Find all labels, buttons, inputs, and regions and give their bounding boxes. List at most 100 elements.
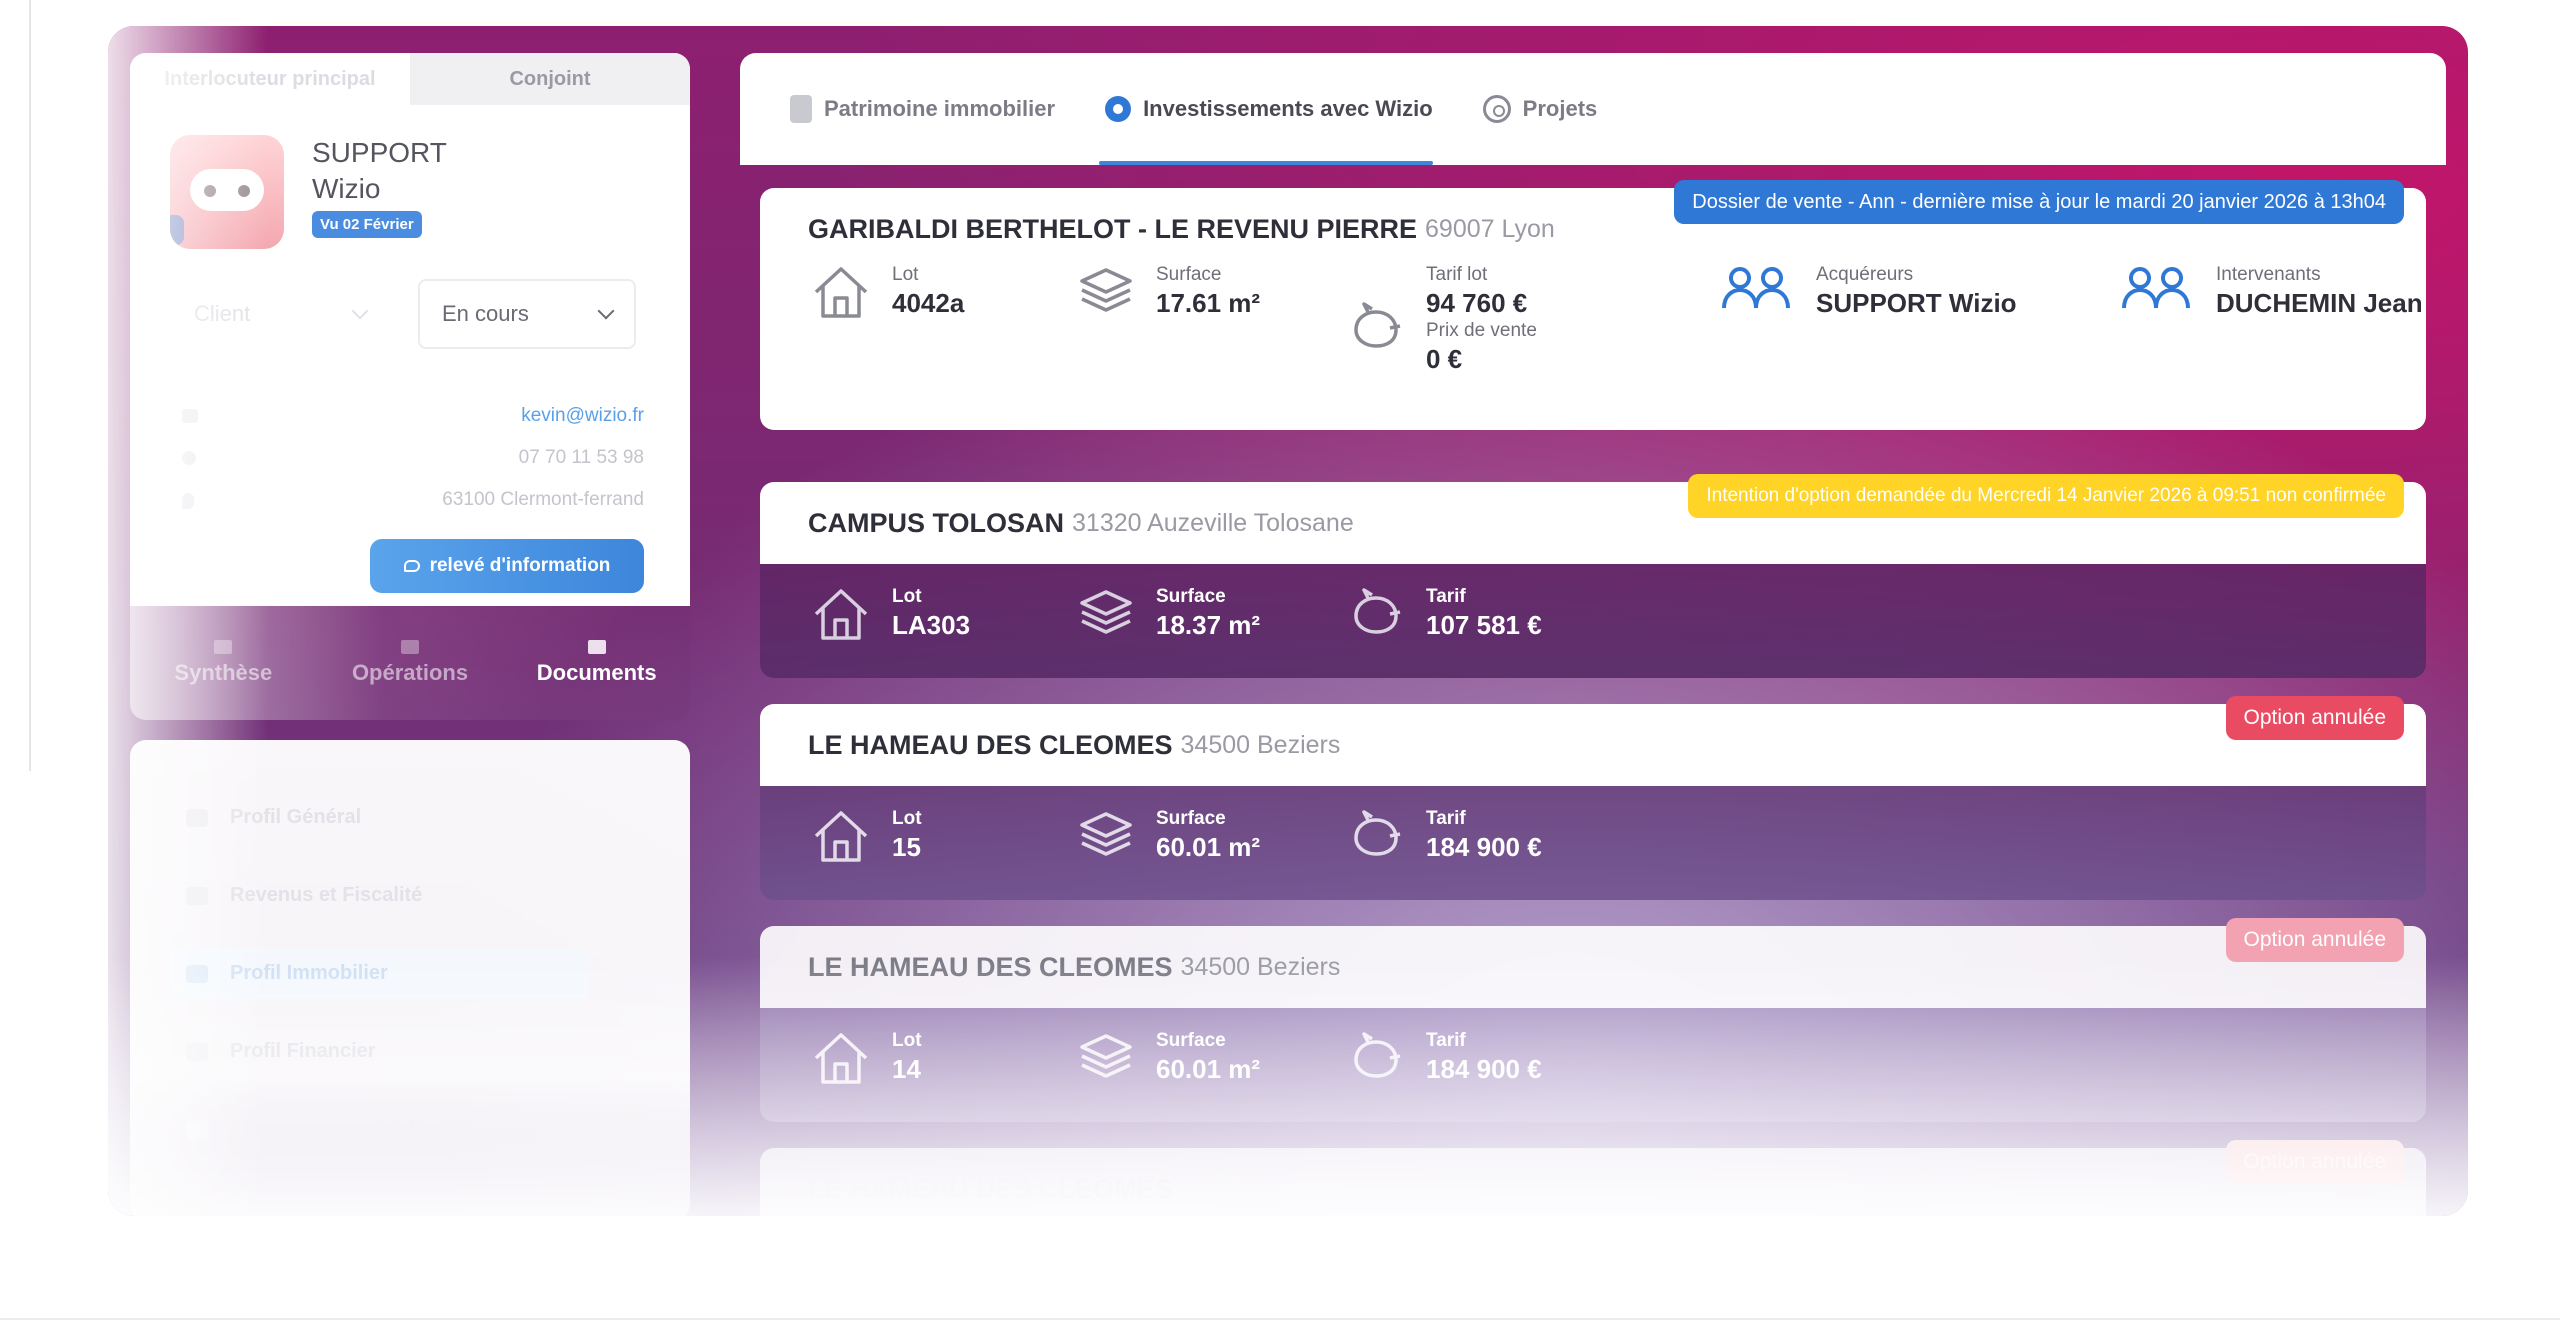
- tarif-value: 107 581 €: [1426, 610, 1542, 640]
- house-icon: [812, 264, 870, 320]
- menu-profil-general[interactable]: Profil Général: [186, 806, 361, 829]
- acquereurs-value: SUPPORT Wizio: [1816, 288, 2017, 318]
- property-card[interactable]: LE HAMEAU DES CLEOMES 34500 Beziers Opti…: [760, 918, 2426, 1122]
- chat-bubble-icon: [403, 560, 420, 572]
- people-icon: [2118, 264, 2194, 312]
- status-tag: Option annulée: [2225, 918, 2404, 962]
- email-link[interactable]: kevin@wizio.fr: [521, 405, 644, 427]
- avatar: [170, 135, 284, 249]
- house-icon: [812, 808, 870, 864]
- city-value: 63100 Clermont-ferrand: [442, 489, 644, 510]
- tab-conjoint[interactable]: Conjoint: [410, 53, 690, 105]
- menu-placements-credits[interactable]: Placements et Crédits: [186, 1118, 439, 1141]
- surface-label: Surface: [1156, 808, 1226, 829]
- status-tag: Dossier de vente - Ann - dernière mise à…: [1674, 180, 2404, 224]
- client-card: Interlocuteur principal Conjoint SUPPORT…: [130, 53, 690, 606]
- nav-operations[interactable]: Opérations: [317, 606, 504, 720]
- tab-label: Projets: [1522, 96, 1598, 121]
- client-type-select[interactable]: Client: [172, 279, 388, 349]
- layers-icon: [1078, 264, 1134, 316]
- tarif-field: Tarif 184 900 €: [1346, 1030, 1542, 1086]
- client-type-value: Client: [194, 301, 251, 326]
- lot-value: 14: [892, 1054, 921, 1084]
- layers-icon: [1078, 808, 1134, 860]
- progress-select[interactable]: En cours: [418, 279, 636, 349]
- target-icon: [1482, 95, 1511, 123]
- nav-documents-label: Documents: [536, 660, 657, 685]
- robot-eye-icon: [238, 185, 250, 197]
- piggy-bank-icon: [1346, 808, 1404, 864]
- intervenants-field: Intervenants DUCHEMIN Jean: [2118, 264, 2423, 320]
- acquereurs-field: Acquéreurs SUPPORT Wizio: [1718, 264, 2017, 320]
- property-card[interactable]: GARIBALDI BERTHELOT - LE REVENU PIERRE 6…: [760, 180, 2426, 430]
- property-details: Lot 14 Surface 60.01 m² Tarif 184 900 €: [760, 1008, 2426, 1122]
- menu-label: Revenus et Fiscalité: [230, 884, 423, 906]
- tab-label: Investissements avec Wizio: [1143, 96, 1433, 121]
- chevron-down-icon: [351, 302, 369, 320]
- property-header: LE HAMEAU DES CLEOMES 34500 Beziers: [760, 704, 2426, 786]
- property-name: LE HAMEAU DES CLEOMES: [808, 729, 1173, 760]
- calculator-icon: [186, 886, 208, 905]
- tab-projets[interactable]: Projets: [1482, 53, 1598, 165]
- robot-eye-icon: [204, 185, 216, 197]
- prix-label: Prix de vente: [1426, 320, 1537, 341]
- user-icon: [186, 808, 208, 827]
- people-icon: [1718, 264, 1794, 312]
- investments-panel: Patrimoine immobilier Investissements av…: [740, 53, 2446, 165]
- tarif-field: Tarif 184 900 €: [1346, 808, 1542, 864]
- surface-field: Surface 18.37 m²: [1078, 586, 1260, 642]
- profile-header: SUPPORT Wizio Vu 02 Février: [130, 105, 690, 249]
- nav-synthese[interactable]: Synthèse: [130, 606, 317, 720]
- tarif-value: 184 900 €: [1426, 1054, 1542, 1084]
- surface-value: 60.01 m²: [1156, 832, 1261, 862]
- tab-investissements-wizio[interactable]: Investissements avec Wizio: [1099, 53, 1433, 165]
- surface-field: Surface 60.01 m²: [1078, 1030, 1260, 1086]
- tab-label: Patrimoine immobilier: [824, 96, 1056, 121]
- tarif-field: Tarif 107 581 €: [1346, 586, 1542, 642]
- nav-operations-label: Opérations: [351, 660, 469, 685]
- intervenants-value: DUCHEMIN Jean: [2216, 288, 2423, 318]
- menu-profil-financier[interactable]: Profil Financier: [186, 1040, 376, 1063]
- piggy-bank-icon: [1346, 586, 1404, 642]
- lot-field: Lot 4042a: [812, 264, 964, 320]
- surface-field: Surface 17.61 m²: [1078, 264, 1260, 320]
- surface-value: 18.37 m²: [1156, 610, 1261, 640]
- menu-label: Profil Général: [230, 806, 362, 828]
- property-header: LE HAMEAU DES CLEOMES 34500 Beziers: [760, 1148, 2426, 1216]
- property-card[interactable]: CAMPUS TOLOSAN 31320 Auzeville Tolosane …: [760, 474, 2426, 678]
- status-tag: Option annulée: [2225, 1140, 2404, 1184]
- tarif-label: Tarif: [1426, 808, 1466, 829]
- layers-icon: [1078, 586, 1134, 638]
- tab-interlocuteur-principal[interactable]: Interlocuteur principal: [130, 53, 410, 105]
- tab-patrimoine-immobilier[interactable]: Patrimoine immobilier: [790, 53, 1055, 165]
- location-pin-icon: [182, 493, 194, 509]
- mail-icon: [182, 409, 198, 423]
- menu-revenus-fiscalite[interactable]: Revenus et Fiscalité: [186, 884, 422, 907]
- property-card[interactable]: LE HAMEAU DES CLEOMES 34500 Beziers Opti…: [760, 696, 2426, 900]
- menu-profil-immobilier[interactable]: Profil Immobilier: [170, 948, 590, 999]
- profile-name-line2: Wizio: [312, 173, 381, 204]
- tarif-field: Tarif lot 94 760 € Prix de vente 0 €: [1346, 264, 1537, 376]
- grid-icon: [214, 640, 233, 654]
- avatar-badge-icon: [170, 215, 184, 245]
- profile-name-line1: SUPPORT: [312, 137, 447, 168]
- tarif-label: Tarif: [1426, 586, 1466, 607]
- property-card[interactable]: LE HAMEAU DES CLEOMES 34500 Beziers Opti…: [760, 1140, 2426, 1216]
- page-bottom-divider: [0, 1318, 2560, 1320]
- surface-value: 17.61 m²: [1156, 288, 1261, 318]
- surface-label: Surface: [1156, 1030, 1226, 1051]
- lot-label: Lot: [892, 808, 922, 829]
- lot-field: Lot 15: [812, 808, 922, 864]
- releve-information-button[interactable]: relevé d'information: [370, 539, 644, 593]
- house-icon: [812, 1030, 870, 1086]
- prix-value: 0 €: [1426, 344, 1463, 374]
- tarif-value: 184 900 €: [1426, 832, 1542, 862]
- property-name: LE HAMEAU DES CLEOMES: [808, 951, 1173, 982]
- tarif-label: Tarif: [1426, 1030, 1466, 1051]
- nav-documents[interactable]: Documents: [503, 606, 690, 720]
- seen-badge: Vu 02 Février: [312, 211, 422, 238]
- piggy-bank-icon: [1346, 1030, 1404, 1086]
- property-header: LE HAMEAU DES CLEOMES 34500 Beziers: [760, 926, 2426, 1008]
- lot-value: 15: [892, 832, 921, 862]
- contact-tabs: Interlocuteur principal Conjoint: [130, 53, 690, 105]
